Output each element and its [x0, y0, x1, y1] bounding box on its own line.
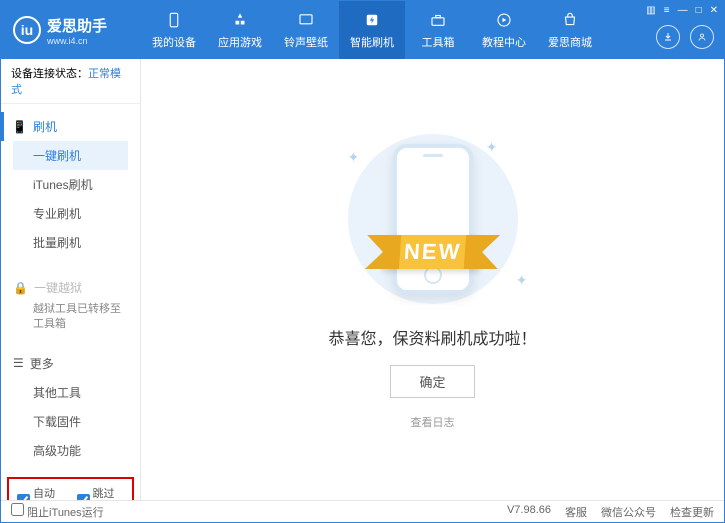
nav-toolbox[interactable]: 工具箱	[405, 1, 471, 59]
success-message: 恭喜您，保资料刷机成功啦！	[328, 325, 536, 349]
sidebar: 设备连接状态：正常模式 📱刷机 一键刷机 iTunes刷机 专业刷机 批量刷机 …	[1, 59, 141, 500]
connection-status: 设备连接状态：正常模式	[1, 59, 140, 104]
sidebar-item-advanced[interactable]: 高级功能	[13, 436, 128, 465]
maximize-icon[interactable]: □	[696, 5, 702, 16]
sidebar-item-pro-flash[interactable]: 专业刷机	[13, 199, 128, 228]
check-update-link[interactable]: 检查更新	[670, 504, 714, 520]
app-url: www.i4.cn	[47, 36, 107, 46]
list-icon: ☰	[13, 356, 24, 370]
main-content: ✦ ✦ ✦ NEW 恭喜您，保资料刷机成功啦！ 确定 查看日志	[141, 59, 724, 500]
logo-icon: iu	[13, 16, 41, 44]
lock-icon: 🔒	[13, 281, 28, 295]
phone-illustration	[393, 144, 473, 294]
group-flash[interactable]: 📱刷机	[1, 112, 128, 141]
view-log-link[interactable]: 查看日志	[411, 414, 455, 430]
success-illustration: ✦ ✦ ✦ NEW	[328, 129, 538, 309]
menu-icon[interactable]: ▥	[646, 5, 655, 16]
block-itunes-checkbox[interactable]: 阻止iTunes运行	[11, 503, 104, 520]
settings-icon[interactable]: ≡	[664, 5, 670, 16]
star-icon: ✦	[516, 272, 528, 289]
nav-smart-flash[interactable]: 智能刷机	[339, 1, 405, 59]
tutorial-icon	[494, 10, 514, 30]
main-nav: 我的设备 应用游戏 铃声壁纸 智能刷机 工具箱 教程中心 爱思商城	[141, 1, 724, 59]
download-button[interactable]	[656, 25, 680, 49]
sidebar-item-batch-flash[interactable]: 批量刷机	[13, 228, 128, 257]
star-icon: ✦	[486, 139, 498, 156]
user-button[interactable]	[690, 25, 714, 49]
nav-my-device[interactable]: 我的设备	[141, 1, 207, 59]
group-jailbreak: 🔒一键越狱	[13, 273, 128, 302]
skip-guide-checkbox[interactable]: 跳过向导	[77, 485, 125, 500]
sidebar-item-one-click-flash[interactable]: 一键刷机	[13, 141, 128, 170]
version-label: V7.98.66	[507, 504, 551, 520]
header-right-actions	[656, 25, 714, 49]
nav-apps-games[interactable]: 应用游戏	[207, 1, 273, 59]
phone-icon	[164, 10, 184, 30]
logo-area: iu 爱思助手 www.i4.cn	[1, 15, 141, 46]
wechat-link[interactable]: 微信公众号	[601, 504, 656, 520]
star-icon: ✦	[348, 149, 360, 166]
sidebar-item-download-firmware[interactable]: 下载固件	[13, 407, 128, 436]
nav-ringtone-wallpaper[interactable]: 铃声壁纸	[273, 1, 339, 59]
customer-service-link[interactable]: 客服	[565, 504, 587, 520]
ok-button[interactable]: 确定	[390, 365, 474, 398]
auto-activate-checkbox[interactable]: 自动激活	[17, 485, 65, 500]
store-icon	[560, 10, 580, 30]
jailbreak-note: 越狱工具已转移至工具箱	[13, 302, 128, 333]
flash-icon	[362, 10, 382, 30]
app-header: iu 爱思助手 www.i4.cn 我的设备 应用游戏 铃声壁纸 智能刷机 工具…	[1, 1, 724, 59]
wallpaper-icon	[296, 10, 316, 30]
nav-store[interactable]: 爱思商城	[537, 1, 603, 59]
apps-icon	[230, 10, 250, 30]
footer: 阻止iTunes运行 V7.98.66 客服 微信公众号 检查更新	[1, 500, 724, 522]
sidebar-item-itunes-flash[interactable]: iTunes刷机	[13, 170, 128, 199]
nav-tutorials[interactable]: 教程中心	[471, 1, 537, 59]
sidebar-item-other-tools[interactable]: 其他工具	[13, 378, 128, 407]
app-name: 爱思助手	[47, 15, 107, 36]
group-more[interactable]: ☰更多	[13, 349, 128, 378]
phone-icon: 📱	[12, 120, 27, 134]
toolbox-icon	[428, 10, 448, 30]
minimize-icon[interactable]: —	[678, 5, 688, 16]
new-ribbon: NEW	[383, 235, 483, 269]
window-controls: ▥ ≡ — □ ✕	[646, 5, 718, 16]
flash-options: 自动激活 跳过向导	[7, 477, 134, 500]
close-icon[interactable]: ✕	[710, 5, 718, 16]
